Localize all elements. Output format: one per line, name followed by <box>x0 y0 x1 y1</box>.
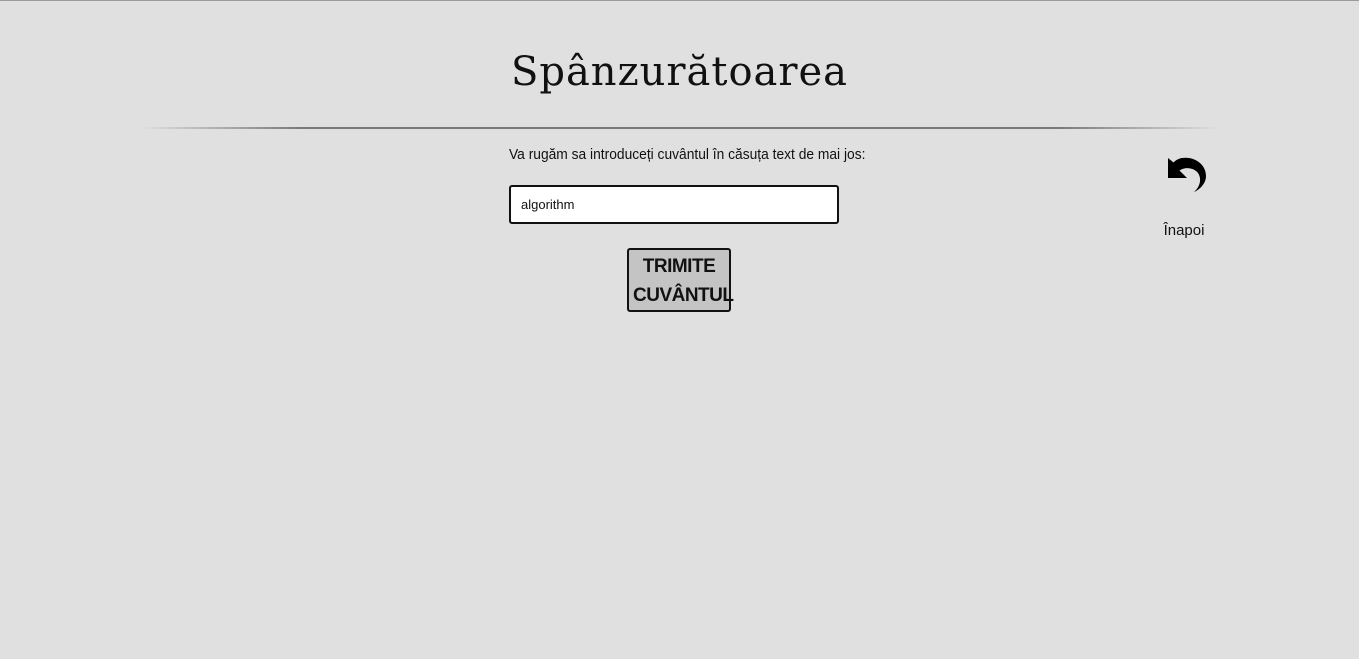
title-divider <box>140 127 1220 129</box>
page-title: Spânzurătoarea <box>510 49 849 95</box>
submit-word-button[interactable]: TRIMITE CUVÂNTUL <box>627 248 734 312</box>
top-border <box>0 0 1359 1</box>
submit-label-line2: CUVÂNTUL <box>633 285 734 306</box>
word-input[interactable] <box>509 185 839 224</box>
back-label: Înapoi <box>1163 222 1205 239</box>
undo-arrow-icon <box>1168 157 1206 192</box>
input-prompt-label: Va rugăm sa introduceți cuvântul în căsu… <box>509 146 866 163</box>
back-link[interactable]: Înapoi <box>1148 148 1220 248</box>
submit-label-line1: TRIMITE <box>642 256 716 277</box>
